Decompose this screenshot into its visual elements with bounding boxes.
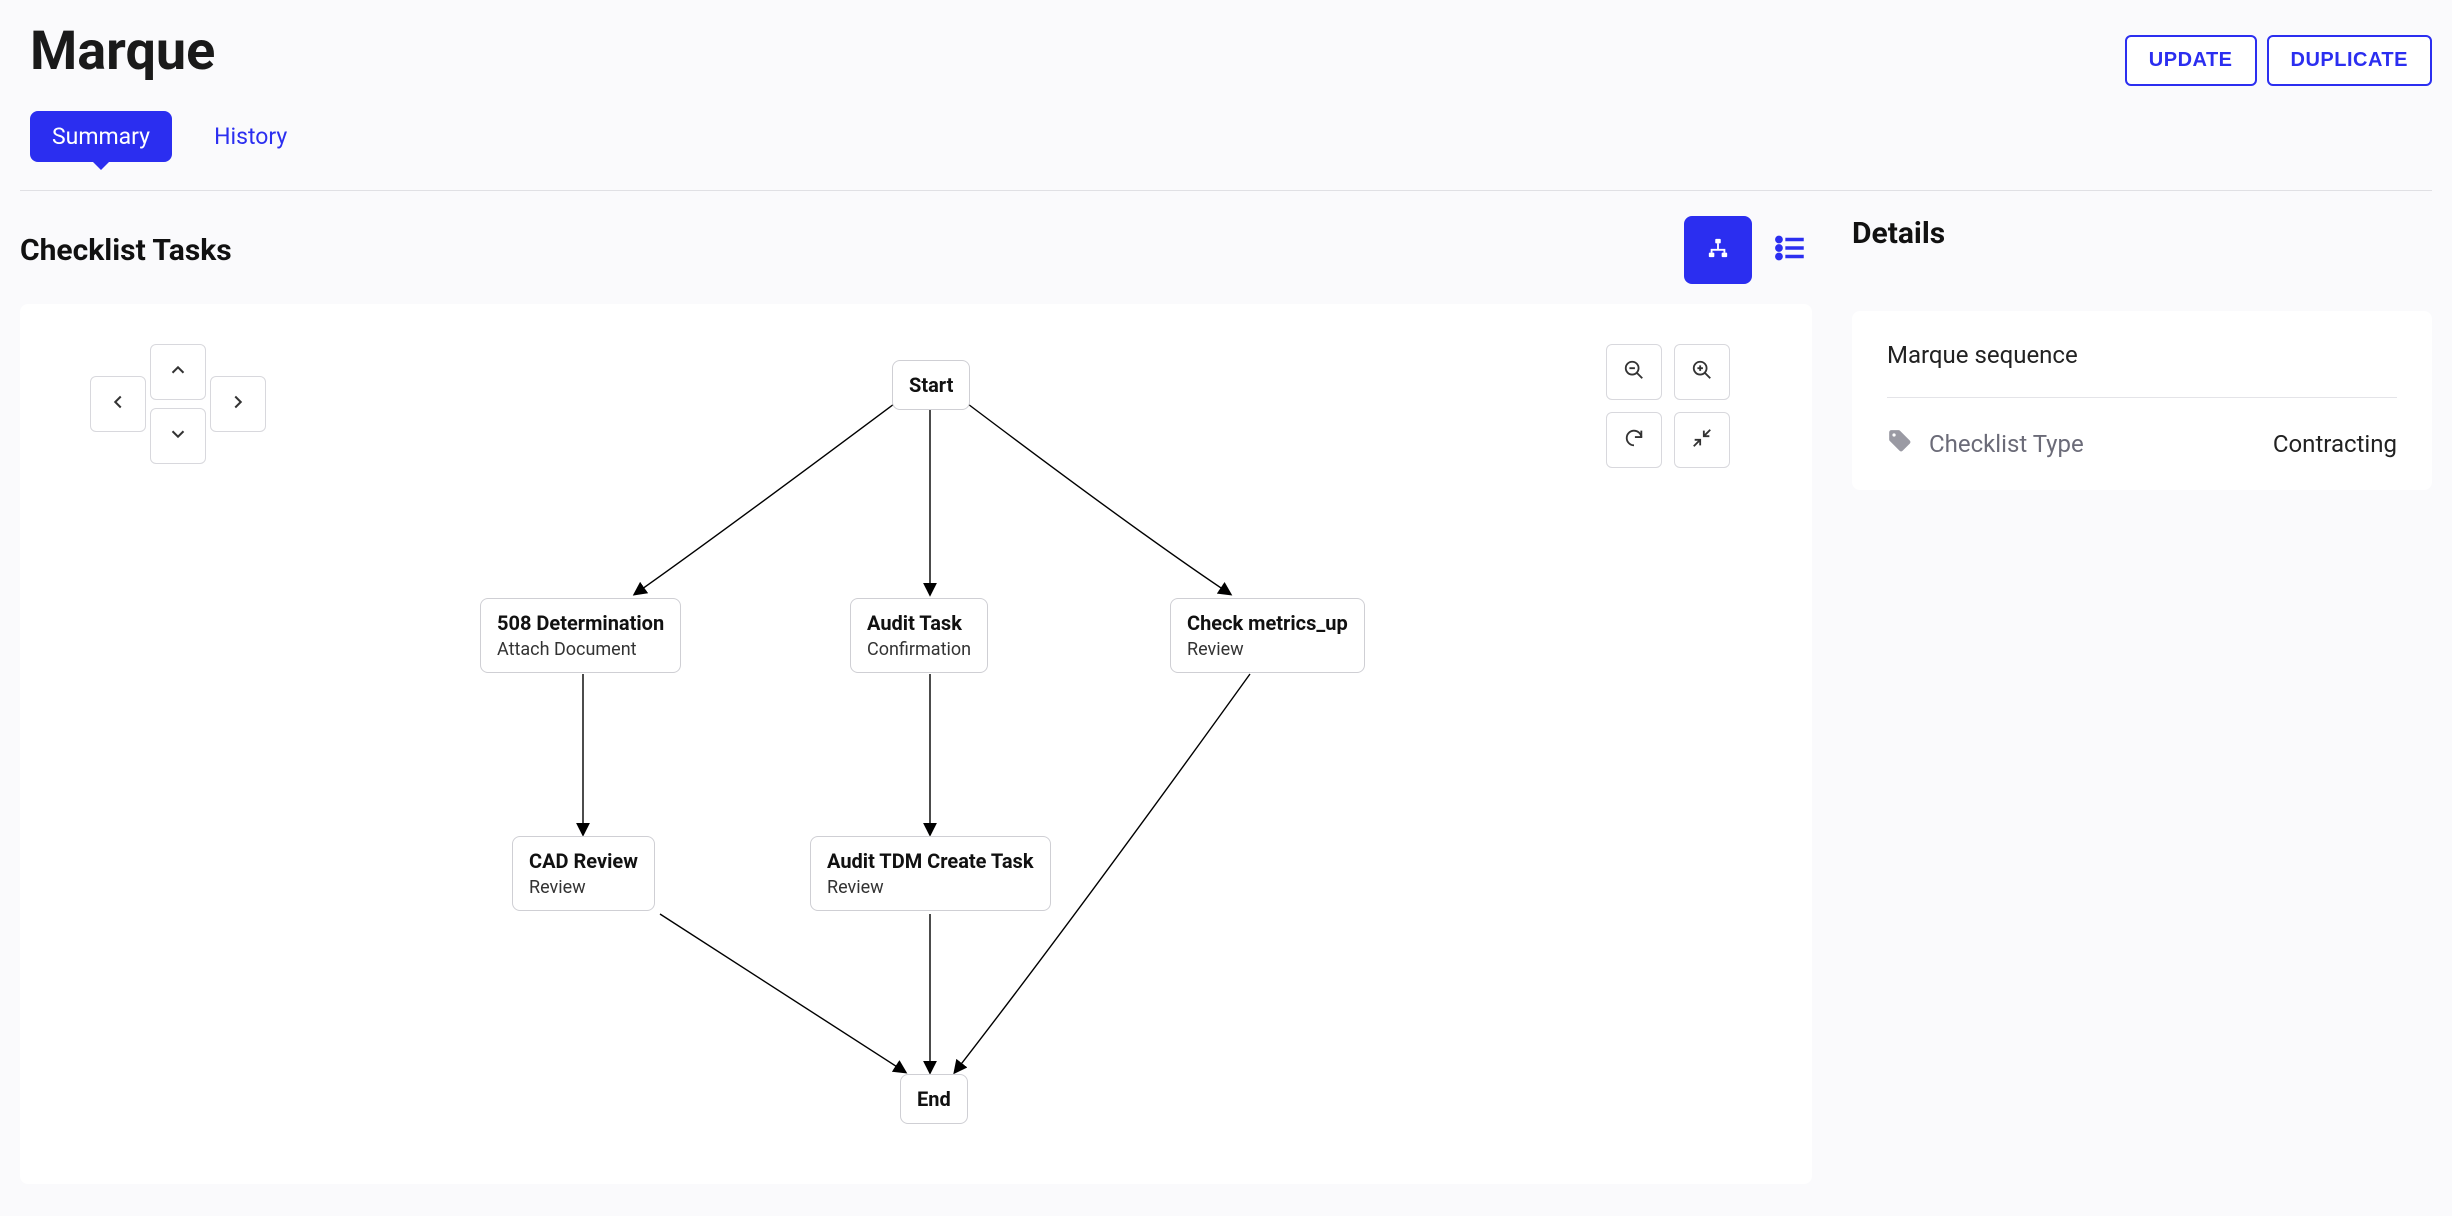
node-label: End bbox=[917, 1087, 951, 1111]
details-card: Marque sequence Checklist Type Contracti… bbox=[1852, 311, 2432, 490]
compress-icon bbox=[1691, 427, 1713, 453]
node-audit-tdm[interactable]: Audit TDM Create Task Review bbox=[810, 836, 1051, 911]
node-check-metrics[interactable]: Check metrics_up Review bbox=[1170, 598, 1365, 673]
node-start[interactable]: Start bbox=[892, 360, 970, 410]
detail-value-text: Contracting bbox=[2273, 430, 2397, 458]
node-type: Confirmation bbox=[867, 639, 971, 660]
diagram-view-button[interactable] bbox=[1684, 216, 1752, 284]
details-heading: Details bbox=[1852, 216, 2432, 251]
arrow-up-icon bbox=[167, 359, 189, 385]
arrow-right-icon bbox=[227, 391, 249, 417]
pan-up-button[interactable] bbox=[150, 344, 206, 400]
divider bbox=[20, 190, 2432, 191]
zoom-in-button[interactable] bbox=[1674, 344, 1730, 400]
update-button[interactable]: UPDATE bbox=[2125, 35, 2257, 86]
node-label: Audit TDM Create Task bbox=[827, 849, 1034, 873]
tab-history[interactable]: History bbox=[192, 111, 309, 162]
view-toggle bbox=[1684, 216, 1812, 284]
node-type: Review bbox=[1187, 639, 1348, 660]
details-title: Marque sequence bbox=[1887, 341, 2397, 398]
arrow-down-icon bbox=[167, 423, 189, 449]
list-icon bbox=[1774, 231, 1808, 269]
pan-left-button[interactable] bbox=[90, 376, 146, 432]
fit-button[interactable] bbox=[1674, 412, 1730, 468]
node-label: Check metrics_up bbox=[1187, 611, 1348, 635]
zoom-in-icon bbox=[1691, 359, 1713, 385]
detail-row-checklist-type: Checklist Type Contracting bbox=[1887, 428, 2397, 460]
flow-canvas[interactable]: Start 508 Determination Attach Document … bbox=[20, 304, 1812, 1184]
detail-label-text: Checklist Type bbox=[1929, 430, 2084, 458]
tab-summary[interactable]: Summary bbox=[30, 111, 172, 162]
sitemap-icon bbox=[1707, 237, 1729, 263]
node-label: CAD Review bbox=[529, 849, 638, 873]
pan-controls bbox=[90, 344, 266, 464]
zoom-controls bbox=[1606, 344, 1742, 468]
node-label: 508 Determination bbox=[497, 611, 664, 635]
node-508-determination[interactable]: 508 Determination Attach Document bbox=[480, 598, 681, 673]
node-type: Review bbox=[529, 877, 638, 898]
header-actions: UPDATE DUPLICATE bbox=[2125, 35, 2432, 86]
node-label: Start bbox=[909, 373, 953, 397]
page-title: Marque bbox=[30, 20, 215, 83]
arrow-left-icon bbox=[107, 391, 129, 417]
zoom-out-button[interactable] bbox=[1606, 344, 1662, 400]
node-end[interactable]: End bbox=[900, 1074, 968, 1124]
refresh-icon bbox=[1623, 427, 1645, 453]
checklist-heading: Checklist Tasks bbox=[20, 233, 232, 268]
node-audit-task[interactable]: Audit Task Confirmation bbox=[850, 598, 988, 673]
duplicate-button[interactable]: DUPLICATE bbox=[2267, 35, 2432, 86]
flow-edges bbox=[20, 304, 1790, 1184]
node-type: Attach Document bbox=[497, 639, 664, 660]
pan-right-button[interactable] bbox=[210, 376, 266, 432]
tag-icon bbox=[1887, 428, 1913, 460]
list-view-button[interactable] bbox=[1770, 229, 1812, 271]
zoom-out-icon bbox=[1623, 359, 1645, 385]
node-cad-review[interactable]: CAD Review Review bbox=[512, 836, 655, 911]
tabs: Summary History bbox=[30, 111, 2432, 162]
refresh-button[interactable] bbox=[1606, 412, 1662, 468]
pan-down-button[interactable] bbox=[150, 408, 206, 464]
node-label: Audit Task bbox=[867, 611, 971, 635]
node-type: Review bbox=[827, 877, 1034, 898]
